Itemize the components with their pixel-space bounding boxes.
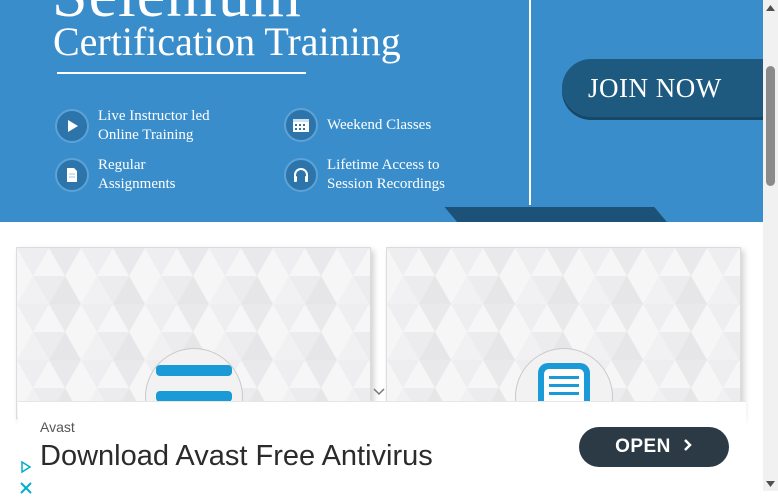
calendar-icon [284, 108, 318, 142]
ad-headline[interactable]: Download Avast Free Antivirus [40, 440, 433, 473]
feature-label: Lifetime Access to Session Recordings [327, 157, 445, 192]
feature-label: Weekend Classes [327, 116, 432, 133]
course-card-2[interactable] [386, 247, 741, 419]
scroll-thumb[interactable] [766, 66, 775, 186]
advertisement-banner[interactable]: Avast Download Avast Free Antivirus OPEN [18, 401, 746, 492]
feature-assignments: Regular Assignments [55, 156, 176, 194]
feature-lifetime-access: Lifetime Access to Session Recordings [284, 156, 445, 194]
scroll-down-arrow-icon[interactable] [763, 476, 778, 491]
play-icon [55, 109, 89, 143]
banner-title: Certification Training [53, 19, 401, 64]
scroll-up-arrow-icon[interactable] [763, 0, 778, 15]
document-icon [55, 158, 89, 192]
course-banner: Selenium Certification Training Live Ins… [0, 0, 763, 222]
adchoices-icon[interactable] [18, 459, 34, 475]
banner-divider [529, 0, 531, 205]
chevron-down-icon[interactable] [372, 386, 386, 398]
feature-live-training: Live Instructor led Online Training [55, 107, 210, 145]
course-card-1[interactable] [16, 247, 371, 419]
banner-strip [444, 207, 667, 222]
page-scrollbar[interactable] [763, 0, 778, 491]
feature-label: Live Instructor led Online Training [98, 108, 210, 143]
close-icon[interactable] [18, 480, 34, 496]
join-now-button[interactable]: JOIN NOW [562, 59, 763, 117]
ad-open-button[interactable]: OPEN [579, 427, 729, 467]
ad-choices[interactable] [18, 459, 34, 494]
feature-label: Regular Assignments [98, 157, 176, 192]
feature-weekend-classes: Weekend Classes [284, 108, 431, 142]
ad-open-label: OPEN [615, 436, 671, 457]
ad-brand: Avast [40, 419, 75, 435]
headphones-icon [284, 158, 318, 192]
chevron-right-icon [683, 436, 693, 458]
title-underline [57, 72, 306, 74]
